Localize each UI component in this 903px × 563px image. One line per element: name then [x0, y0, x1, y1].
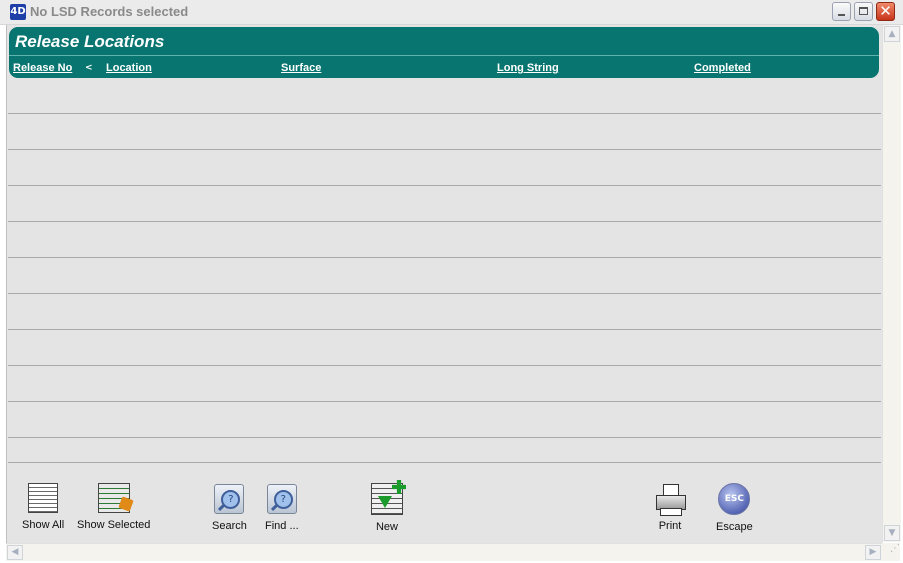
table-row[interactable] — [8, 114, 881, 150]
show-selected-label: Show Selected — [77, 519, 151, 531]
find-button[interactable]: ? Find ... — [265, 484, 299, 532]
search-button[interactable]: ? Search — [212, 484, 247, 532]
escape-button[interactable]: ESC Escape — [716, 483, 753, 533]
app-icon: 4D — [10, 4, 26, 20]
table-row[interactable] — [8, 366, 881, 402]
find-icon: ? — [266, 484, 297, 514]
printer-icon — [655, 484, 686, 516]
table-icon — [28, 483, 59, 513]
show-all-label: Show All — [22, 519, 65, 531]
new-label: New — [375, 521, 398, 533]
header-divider — [9, 55, 879, 56]
window-title: No LSD Records selected — [30, 4, 189, 19]
scroll-down-icon[interactable]: ▼ — [884, 525, 900, 541]
column-completed[interactable]: Completed — [694, 62, 751, 74]
table-row[interactable] — [8, 294, 881, 330]
resize-grip-icon[interactable]: ⋰ — [882, 543, 900, 561]
escape-label: Escape — [716, 521, 753, 533]
show-selected-button[interactable]: Show Selected — [77, 483, 150, 531]
scroll-up-icon[interactable]: ▲ — [884, 26, 900, 42]
table-row[interactable] — [8, 186, 881, 222]
list-header: Release Locations Release No < Location … — [9, 27, 879, 78]
search-icon: ? — [214, 484, 245, 514]
table-row[interactable] — [8, 438, 881, 463]
maximize-icon — [859, 7, 868, 15]
new-record-icon — [371, 480, 406, 515]
scroll-left-icon[interactable]: ◀ — [7, 545, 23, 560]
escape-icon: ESC — [718, 483, 751, 515]
table-row[interactable] — [8, 258, 881, 294]
panel-title: Release Locations — [15, 32, 165, 51]
maximize-button[interactable] — [854, 2, 873, 21]
show-all-button[interactable]: Show All — [22, 483, 64, 531]
new-button[interactable]: New — [371, 480, 406, 533]
records-list[interactable] — [8, 78, 881, 463]
title-bar: 4D No LSD Records selected ✕ — [0, 0, 903, 25]
horizontal-scrollbar[interactable]: ◀ ▶ — [6, 543, 882, 561]
vertical-scrollbar[interactable]: ▲ ▼ — [882, 25, 901, 542]
column-location[interactable]: Location — [106, 62, 152, 74]
table-row[interactable] — [8, 222, 881, 258]
print-label: Print — [658, 520, 682, 532]
table-row[interactable] — [8, 150, 881, 186]
scroll-right-icon[interactable]: ▶ — [865, 545, 881, 560]
minimize-button[interactable] — [832, 2, 851, 21]
column-release-no[interactable]: Release No — [13, 62, 72, 74]
column-surface[interactable]: Surface — [281, 62, 321, 74]
find-label: Find ... — [265, 520, 299, 532]
column-long-string[interactable]: Long String — [497, 62, 559, 74]
table-row[interactable] — [8, 330, 881, 366]
sort-indicator-icon: < — [85, 63, 93, 73]
selected-table-icon — [97, 483, 134, 513]
table-row[interactable] — [8, 402, 881, 438]
print-button[interactable]: Print — [655, 484, 686, 532]
table-row[interactable] — [8, 78, 881, 114]
close-button[interactable]: ✕ — [876, 2, 895, 21]
search-label: Search — [212, 520, 247, 532]
close-icon: ✕ — [879, 2, 892, 20]
minimize-icon — [838, 14, 845, 16]
